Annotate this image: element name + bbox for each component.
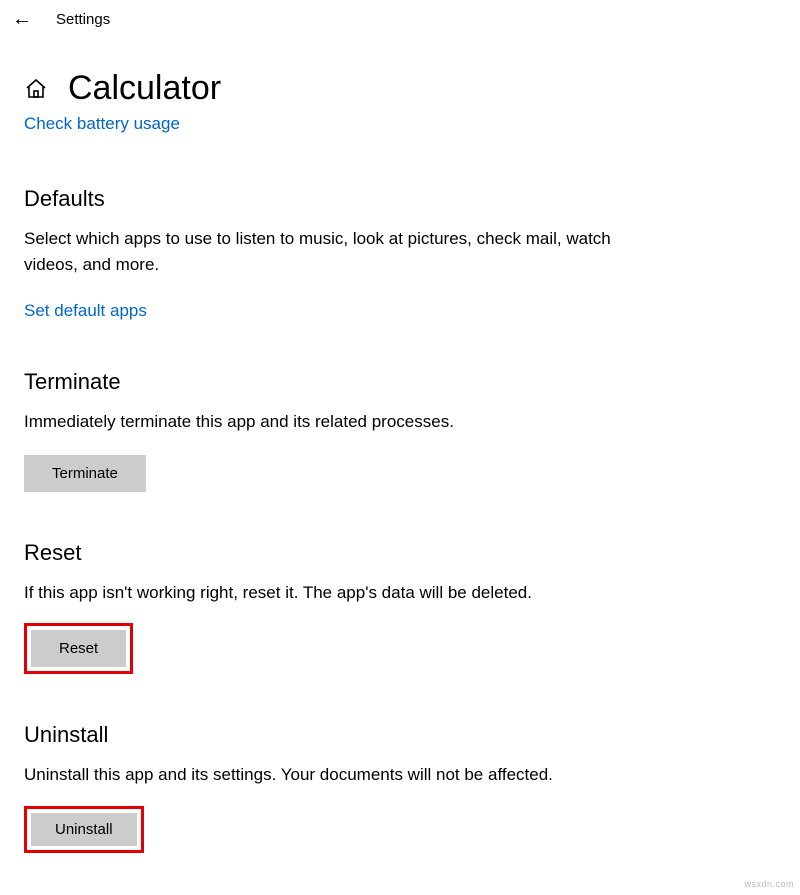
uninstall-heading: Uninstall [24, 722, 776, 748]
uninstall-highlight: Uninstall [24, 806, 144, 853]
defaults-section: Defaults Select which apps to use to lis… [24, 186, 776, 321]
watermark: wsxdn.com [744, 879, 794, 889]
terminate-heading: Terminate [24, 369, 776, 395]
back-arrow-icon[interactable]: ← [12, 8, 32, 31]
window-title: Settings [56, 11, 110, 28]
reset-section: Reset If this app isn't working right, r… [24, 540, 776, 675]
terminate-button[interactable]: Terminate [24, 455, 146, 492]
terminate-section: Terminate Immediately terminate this app… [24, 369, 776, 492]
uninstall-button[interactable]: Uninstall [31, 813, 137, 846]
home-icon[interactable] [24, 77, 48, 101]
uninstall-description: Uninstall this app and its settings. You… [24, 762, 644, 788]
reset-description: If this app isn't working right, reset i… [24, 580, 644, 606]
set-default-apps-link[interactable]: Set default apps [24, 301, 147, 321]
reset-heading: Reset [24, 540, 776, 566]
page-header: Calculator [0, 39, 800, 118]
uninstall-section: Uninstall Uninstall this app and its set… [24, 722, 776, 853]
terminate-description: Immediately terminate this app and its r… [24, 409, 644, 435]
topbar: ← Settings [0, 0, 800, 39]
page-title: Calculator [68, 69, 221, 108]
defaults-description: Select which apps to use to listen to mu… [24, 226, 644, 277]
battery-usage-link[interactable]: Check battery usage [24, 114, 776, 134]
reset-button[interactable]: Reset [31, 630, 126, 667]
defaults-heading: Defaults [24, 186, 776, 212]
content-area: Check battery usage Defaults Select whic… [0, 118, 800, 853]
reset-highlight: Reset [24, 623, 133, 674]
